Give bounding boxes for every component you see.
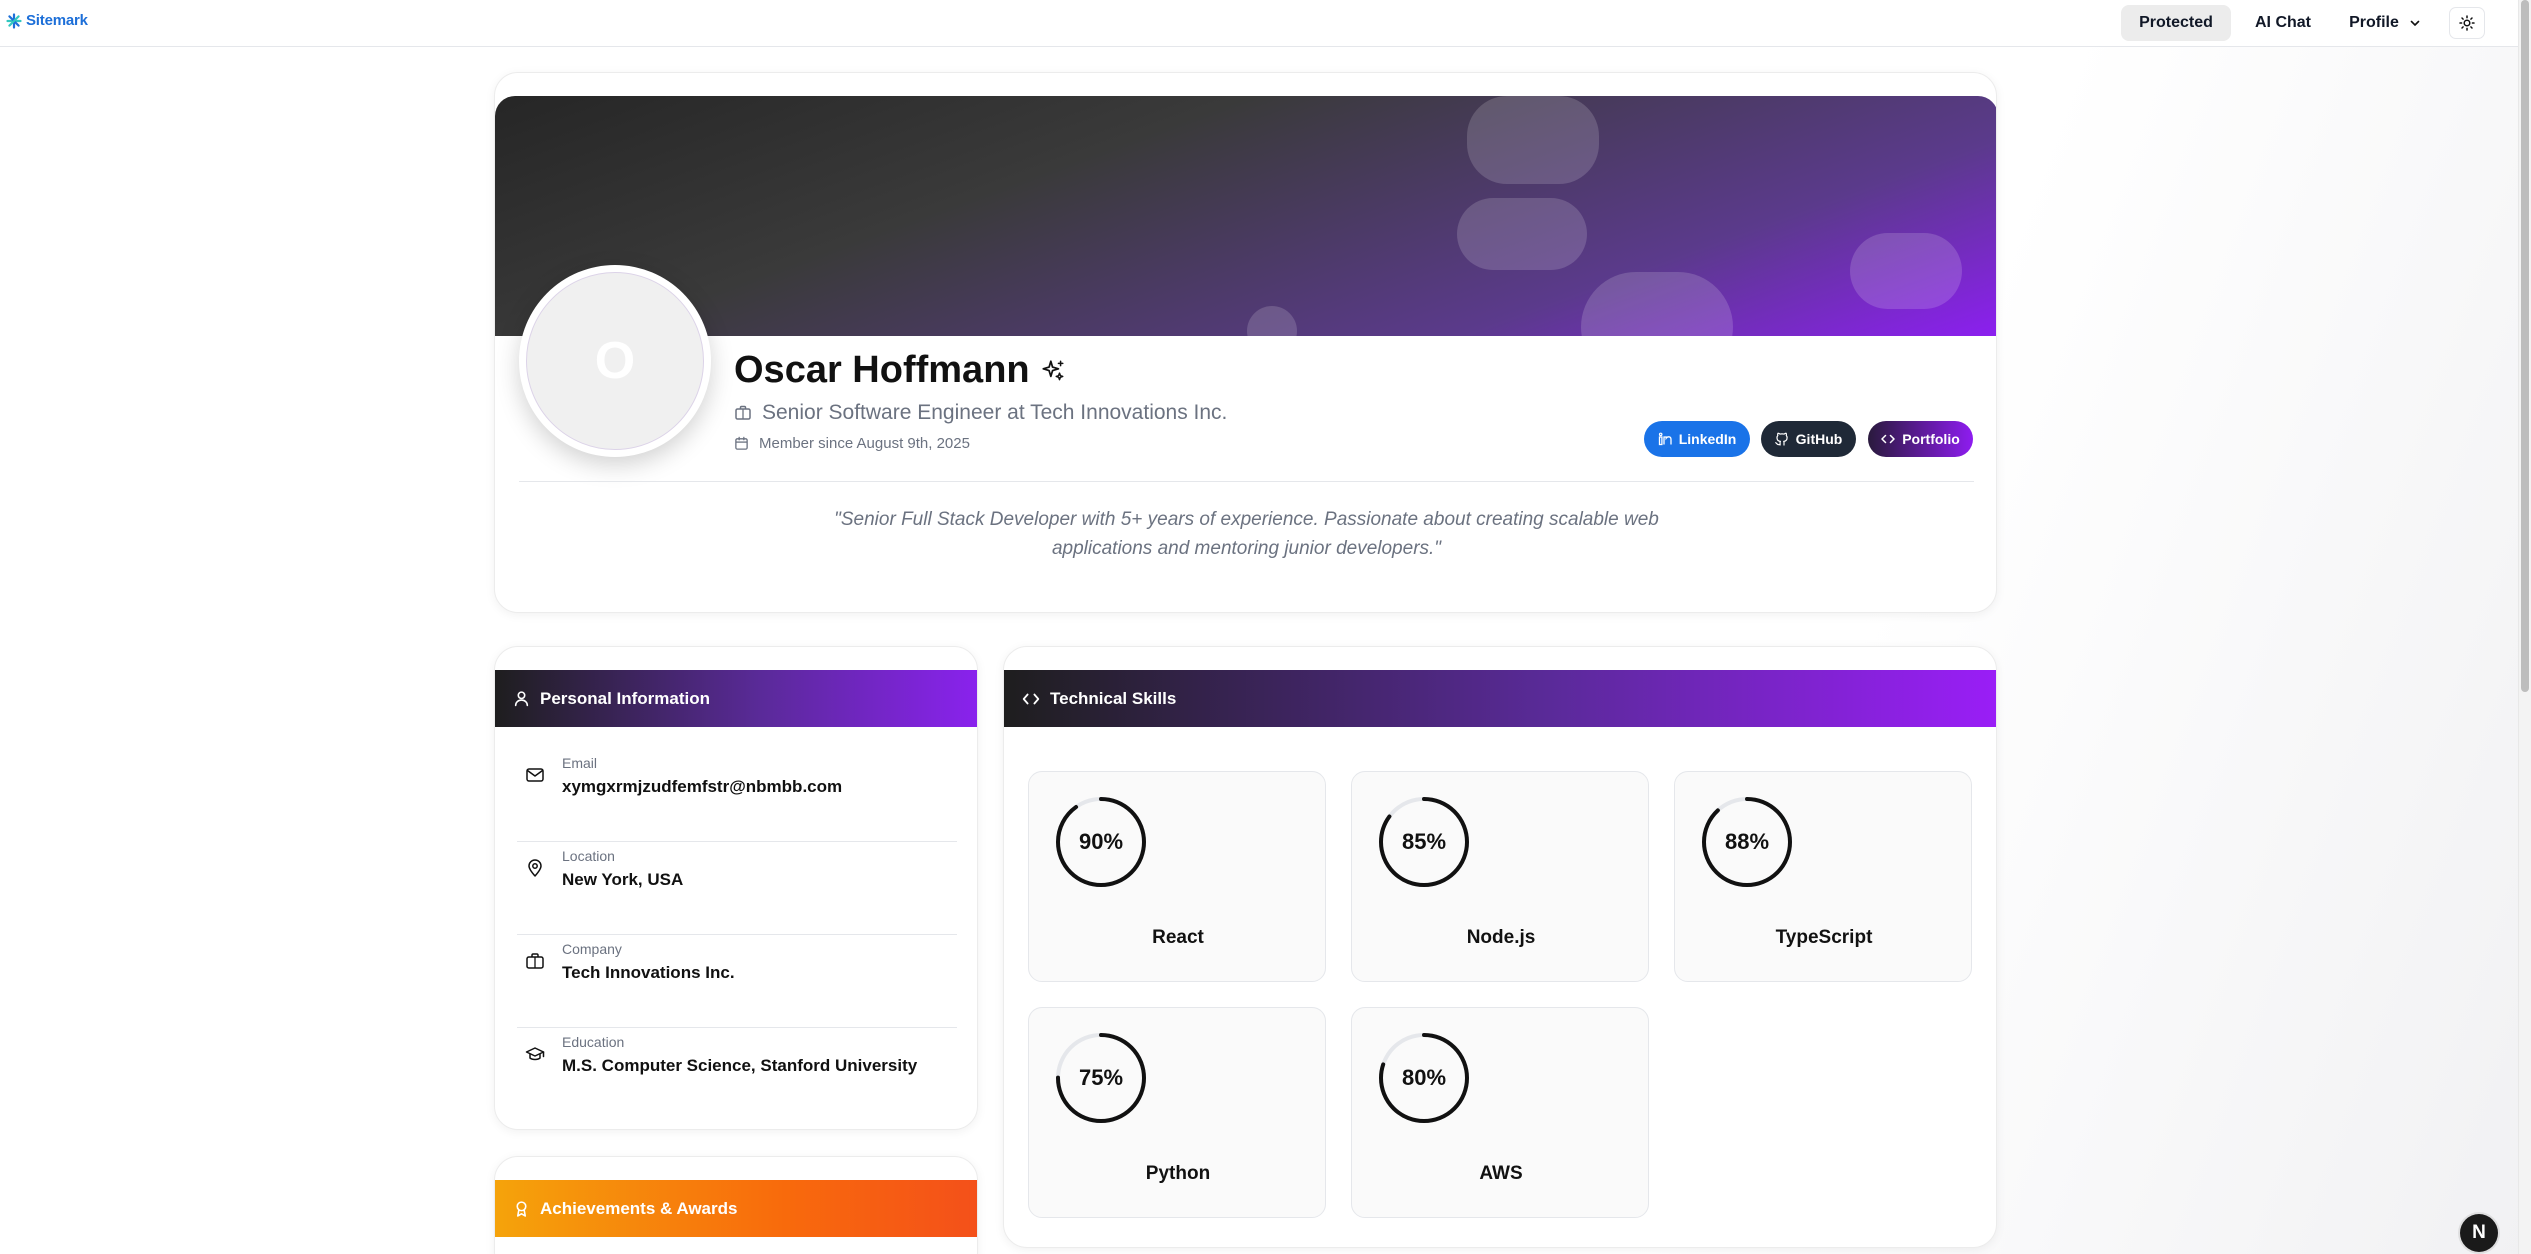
brand-logo[interactable]: Sitemark [6,12,88,29]
nav-protected[interactable]: Protected [2121,5,2231,41]
banner-decoration [1467,96,1599,184]
skill-percent: 88% [1724,829,1770,854]
skill-card: 80% AWS [1351,1007,1649,1218]
skill-percent: 85% [1401,829,1447,854]
code-icon [1022,693,1040,704]
chevron-down-icon [2410,20,2420,26]
calendar-icon [735,436,748,450]
info-row-education: Education M.S. Computer Science, Stanfor… [517,1028,957,1121]
info-value: New York, USA [562,870,684,889]
skill-percent: 75% [1078,1065,1124,1090]
avatar[interactable]: O [519,265,711,457]
profile-header-card: O Oscar Hoffmann Senior Software Enginee… [494,72,1997,613]
bio-line: applications and mentoring junior develo… [1051,538,1442,559]
info-row-company: Company Tech Innovations Inc. [517,935,957,1028]
award-icon [516,1201,527,1217]
nav-ai-chat[interactable]: AI Chat [2238,5,2328,41]
info-row-location: Location New York, USA [517,842,957,935]
graduation-cap-icon [525,1047,545,1061]
info-label: Education [562,1034,625,1050]
nav-profile-menu[interactable]: Profile [2337,5,2433,41]
scrollbar-thumb[interactable] [2521,0,2529,692]
profile-name: Oscar Hoffmann [734,349,1030,391]
member-since-text: Member since August 9th, 2025 [759,435,970,452]
avatar-initial: O [526,272,704,450]
info-label: Location [562,848,615,864]
skill-percent: 90% [1078,829,1124,854]
info-value: xymgxrmjzudfemfstr@nbmbb.com [562,777,843,796]
skill-name: React [1152,927,1204,948]
profile-job-title: Senior Software Engineer at Tech Innovat… [734,401,1227,425]
map-pin-icon [528,859,542,877]
info-label: Company [562,941,622,957]
section-title: Achievements & Awards [540,1198,738,1218]
info-value: M.S. Computer Science, Stanford Universi… [562,1056,918,1075]
section-title: Technical Skills [1050,688,1177,708]
github-icon [1774,432,1788,446]
banner-decoration [1581,272,1733,336]
banner-decoration [1850,233,1962,309]
briefcase-icon [526,953,544,969]
info-value: Tech Innovations Inc. [562,963,735,982]
brand-name: Sitemark [26,12,88,29]
briefcase-icon [735,405,751,420]
nextjs-dev-badge[interactable]: N [2460,1214,2498,1252]
linkedin-button[interactable]: LinkedIn [1644,421,1750,457]
linkedin-label: LinkedIn [1678,431,1737,447]
nav-profile-label: Profile [2349,14,2399,31]
profile-member-since: Member since August 9th, 2025 [734,435,970,452]
profile-banner [495,96,1996,336]
linkedin-icon [1658,432,1672,446]
code-icon [1881,434,1895,444]
bio-line: "Senior Full Stack Developer with 5+ yea… [834,509,1659,530]
banner-decoration [1457,198,1587,270]
github-button[interactable]: GitHub [1761,421,1856,457]
skill-card: 90% React [1028,771,1326,982]
skill-name: Node.js [1466,927,1536,948]
personal-information-header: Personal Information [495,670,977,727]
skill-name: TypeScript [1775,927,1873,948]
sitemark-icon [6,12,22,29]
skill-card: 85% Node.js [1351,771,1649,982]
section-title: Personal Information [540,688,711,708]
profile-divider [519,481,1974,482]
profile-name-row: Oscar Hoffmann [734,349,1066,392]
info-label: Email [562,755,598,771]
top-navigation: Sitemark Protected AI Chat Profile [0,0,2518,47]
skill-name: AWS [1479,1163,1523,1184]
skill-name: Python [1145,1163,1211,1184]
technical-skills-card: Technical Skills 90% React 85% Node.js 88% Ty… [1003,646,1997,1248]
portfolio-button[interactable]: Portfolio [1868,421,1973,457]
skill-card: 75% Python [1028,1007,1326,1218]
banner-decoration [1247,306,1297,336]
theme-toggle-button[interactable] [2449,7,2485,39]
personal-information-card: Personal Information Email xymgxrmjzudfe… [494,646,978,1130]
achievements-header: Achievements & Awards [495,1180,977,1237]
skill-percent: 80% [1401,1065,1447,1090]
sun-icon [2459,15,2475,31]
portfolio-label: Portfolio [1902,431,1960,447]
skill-card: 88% TypeScript [1674,771,1972,982]
achievements-card: Achievements & Awards [494,1156,978,1254]
profile-title-text: Senior Software Engineer at Tech Innovat… [762,401,1228,424]
mail-icon [526,768,544,782]
sparkles-icon [1042,359,1064,380]
technical-skills-header: Technical Skills [1004,670,1996,727]
github-label: GitHub [1795,431,1843,447]
user-icon [514,691,529,707]
info-row-email: Email xymgxrmjzudfemfstr@nbmbb.com [517,749,957,842]
profile-bio: "Senior Full Stack Developer with 5+ yea… [795,505,1698,563]
